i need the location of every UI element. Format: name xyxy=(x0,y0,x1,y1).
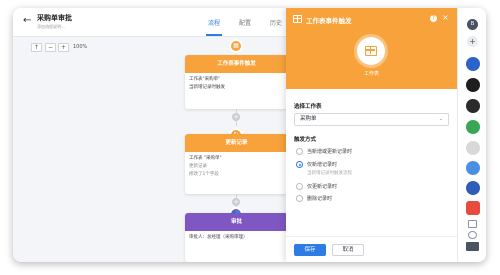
radio-delete[interactable] xyxy=(296,195,303,202)
zoom-level: 100% xyxy=(73,44,88,50)
add-step-button[interactable]: + xyxy=(232,198,240,206)
upload-button[interactable]: ↑ xyxy=(31,43,42,52)
table-icon xyxy=(293,15,302,23)
radio-hint: 当新增记录时触发流程 xyxy=(307,171,352,176)
account-badge[interactable]: B xyxy=(467,19,478,30)
node-settings-panel: 工作表事件触发 ? × 工作表 选择工作表 采购单 ⌄ 触发方式 当新增或更新记… xyxy=(286,8,457,262)
trigger-node-line: 当新增记录时触发 xyxy=(189,85,225,90)
tab-history[interactable]: 历史 xyxy=(270,18,282,27)
radio-add-only[interactable] xyxy=(296,161,303,168)
gear-icon[interactable] xyxy=(468,231,477,239)
panel-header: 工作表事件触发 ? × 工作表 xyxy=(286,8,457,89)
app-avatar[interactable] xyxy=(466,78,480,92)
help-icon[interactable]: ? xyxy=(430,15,437,22)
cancel-button[interactable]: 取消 xyxy=(332,244,364,256)
app-avatar[interactable] xyxy=(466,201,480,215)
app-avatar[interactable] xyxy=(466,181,480,195)
add-app-button[interactable]: + xyxy=(467,36,478,47)
screen: ← 采购单审批 添加流程说明... 流程 配置 历史 ↑ − + 100% ▦ … xyxy=(0,0,500,275)
radio-update-only[interactable] xyxy=(296,183,303,190)
save-button[interactable]: 保存 xyxy=(294,244,326,256)
app-window: ← 采购单审批 添加流程说明... 流程 配置 历史 ↑ − + 100% ▦ … xyxy=(13,8,486,262)
update-node[interactable]: 更新记录 工作表 "采购单" 更新记录 修改了1个字段 xyxy=(185,134,288,194)
update-node-line: 工作表 "采购单" xyxy=(189,156,222,161)
page-subtitle[interactable]: 添加流程说明... xyxy=(37,24,65,30)
active-tab-indicator xyxy=(206,34,222,36)
radio-label[interactable]: 仅新增记录时 xyxy=(307,161,337,168)
approval-node[interactable]: 审批 审批人：总经理（采购审理） xyxy=(185,213,288,262)
app-avatar[interactable] xyxy=(466,120,480,134)
update-node-line: 更新记录 xyxy=(189,164,207,169)
radio-label[interactable]: 仅更新记录时 xyxy=(307,183,337,190)
app-avatar[interactable] xyxy=(466,57,480,71)
approval-node-title: 审批 xyxy=(185,213,288,231)
update-node-title: 更新记录 xyxy=(185,134,288,152)
zoom-in-button[interactable]: + xyxy=(58,43,69,52)
document-icon[interactable] xyxy=(468,220,477,228)
app-avatar[interactable] xyxy=(466,99,480,113)
app-rail: B + xyxy=(457,8,486,262)
back-arrow-icon[interactable]: ← xyxy=(23,15,31,26)
table-icon: ▦ xyxy=(229,39,243,53)
radio-label[interactable]: 删除记录时 xyxy=(307,195,332,202)
tab-flow[interactable]: 流程 xyxy=(208,18,220,27)
panel-toggle-icon[interactable] xyxy=(466,242,479,251)
worksheet-icon xyxy=(357,37,385,65)
update-node-line: 修改了1个字段 xyxy=(189,172,219,177)
app-avatar[interactable] xyxy=(466,161,480,175)
chevron-down-icon: ⌄ xyxy=(438,116,443,122)
worksheet-select-value: 采购单 xyxy=(300,116,317,122)
close-icon[interactable]: × xyxy=(442,13,449,22)
trigger-node-line: 工作表"采购单" xyxy=(189,77,221,82)
radio-label[interactable]: 当新增或更新记录时 xyxy=(307,148,352,155)
trigger-node[interactable]: 工作表事件触发 工作表"采购单" 当新增记录时触发 xyxy=(185,55,288,109)
worksheet-icon-label: 工作表 xyxy=(363,71,379,77)
worksheet-select[interactable]: 采购单 ⌄ xyxy=(294,113,449,126)
approval-node-line: 审批人：总经理（采购审理） xyxy=(189,235,248,240)
worksheet-label: 选择工作表 xyxy=(294,104,322,110)
page-title: 采购单审批 xyxy=(37,14,72,22)
radio-add-or-update[interactable] xyxy=(296,148,303,155)
panel-title: 工作表事件触发 xyxy=(306,17,352,25)
zoom-out-button[interactable]: − xyxy=(45,43,56,52)
tab-config[interactable]: 配置 xyxy=(239,18,251,27)
app-avatar[interactable] xyxy=(466,141,480,155)
trigger-node-title: 工作表事件触发 xyxy=(185,55,288,73)
add-step-button[interactable]: + xyxy=(232,113,240,121)
trigger-mode-label: 触发方式 xyxy=(294,137,317,143)
